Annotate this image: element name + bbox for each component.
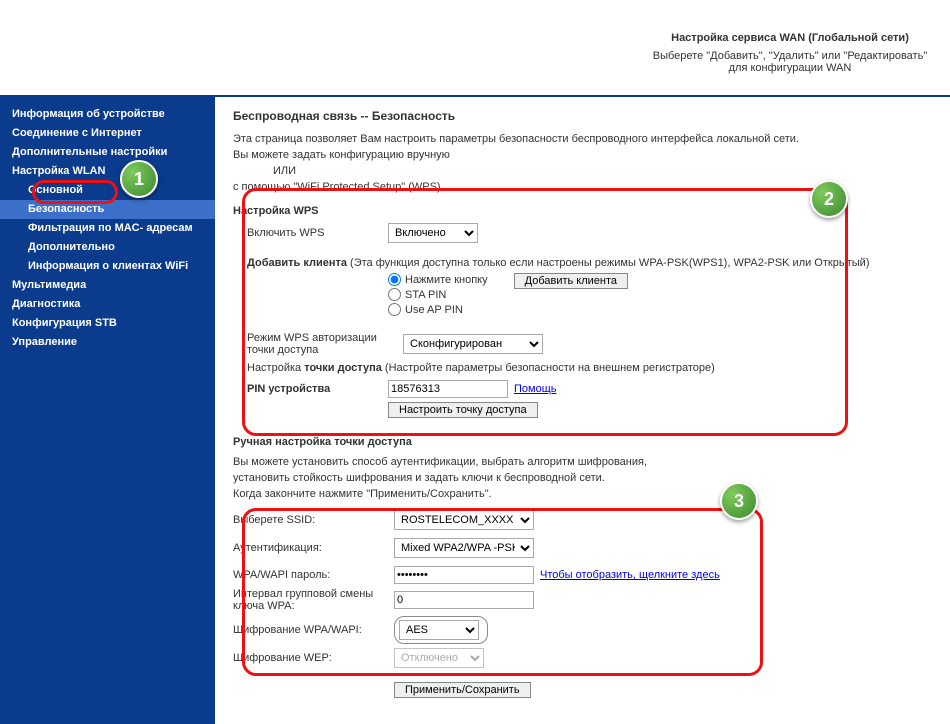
ssid-select[interactable]: ROSTELECOM_XXXX <box>394 510 534 530</box>
header-title: Настройка сервиса WAN (Глобальной сети) <box>650 32 930 44</box>
auth-select[interactable]: Mixed WPA2/WPA -PSK <box>394 538 534 558</box>
wps-enable-select[interactable]: Включено <box>388 223 478 243</box>
callout-3: 3 <box>720 482 758 520</box>
save-button[interactable]: Применить/Сохранить <box>394 682 531 698</box>
wps-mode-label: Режим WPS авторизации точки доступа <box>247 332 397 356</box>
ap-note-bold: Настройка точки доступа <box>247 362 382 374</box>
wps-mode-select[interactable]: Сконфигурирован <box>403 334 543 354</box>
header-subtitle: Выберете "Добавить", "Удалить" или "Реда… <box>650 50 930 74</box>
sidebar-item-security[interactable]: Безопасность <box>0 200 215 219</box>
callout-1: 1 <box>120 160 158 198</box>
manual-heading: Ручная настройка точки доступа <box>233 436 932 448</box>
ap-note-rest: (Настройте параметры безопасности на вне… <box>382 362 715 374</box>
pass-label: WPA/WAPI пароль: <box>233 569 388 581</box>
sidebar-item-multimedia[interactable]: Мультимедиа <box>0 276 215 295</box>
pin-input[interactable] <box>388 380 508 398</box>
sidebar-item-advanced[interactable]: Дополнительные настройки <box>0 143 215 162</box>
sidebar: Информация об устройстве Соединение с Ин… <box>0 97 215 724</box>
radio-sta-pin[interactable]: STA PIN <box>388 288 488 301</box>
manual-section: Выберете SSID: ROSTELECOM_XXXX Аутентифи… <box>233 510 932 698</box>
add-client-button[interactable]: Добавить клиента <box>514 273 628 289</box>
wps-section: Настройка WPS Включить WPS Включено Доба… <box>233 205 932 418</box>
pin-help-link[interactable]: Помощь <box>514 383 557 395</box>
interval-label: Интервал групповой смены ключа WPA: <box>233 588 388 612</box>
enc-wpa-label: Шифрование WPA/WAPI: <box>233 624 388 636</box>
wps-radio-group: Нажмите кнопку STA PIN Use AP PIN <box>388 273 488 316</box>
radio-ap-pin[interactable]: Use AP PIN <box>388 303 488 316</box>
ssid-label: Выберете SSID: <box>233 514 388 526</box>
header-text: Настройка сервиса WAN (Глобальной сети) … <box>650 32 930 74</box>
sidebar-item-mac-filter[interactable]: Фильтрация по MAC- адресам <box>0 219 215 238</box>
ap-note: Настройка точки доступа (Настройте парам… <box>247 362 932 374</box>
show-pass-link[interactable]: Чтобы отобразить, щелкните здесь <box>540 569 720 581</box>
enc-wpa-select[interactable]: AES <box>399 620 479 640</box>
sidebar-item-device-info[interactable]: Информация об устройстве <box>0 105 215 124</box>
interval-input[interactable] <box>394 591 534 609</box>
manual-desc: Вы можете установить способ аутентификац… <box>233 454 932 502</box>
sidebar-item-wlan[interactable]: Настройка WLAN <box>0 162 215 181</box>
page-title: Беспроводная связь -- Безопасность <box>233 109 932 123</box>
configure-ap-button[interactable]: Настроить точку доступа <box>388 402 538 418</box>
enc-wep-label: Шифрование WEP: <box>233 652 388 664</box>
sidebar-item-extra[interactable]: Дополнительно <box>0 238 215 257</box>
sidebar-item-basic[interactable]: Основной <box>0 181 215 200</box>
sidebar-item-management[interactable]: Управление <box>0 333 215 352</box>
desc-or: ИЛИ <box>273 163 932 179</box>
wps-add-client-label: Добавить клиента (Эта функция доступна т… <box>247 257 870 269</box>
radio-push[interactable]: Нажмите кнопку <box>388 273 488 286</box>
sidebar-item-stb[interactable]: Конфигурация STB <box>0 314 215 333</box>
sidebar-item-internet[interactable]: Соединение с Интернет <box>0 124 215 143</box>
pass-input[interactable] <box>394 566 534 584</box>
pin-label: PIN устройства <box>247 383 382 395</box>
wps-enable-label: Включить WPS <box>247 227 382 239</box>
header: Настройка сервиса WAN (Глобальной сети) … <box>0 0 950 97</box>
desc-line1: Эта страница позволяет Вам настроить пар… <box>233 131 932 147</box>
auth-label: Аутентификация: <box>233 542 388 554</box>
desc-line2: Вы можете задать конфигурацию вручную <box>233 147 932 163</box>
sidebar-item-wifi-clients[interactable]: Информация о клиентах WiFi <box>0 257 215 276</box>
sidebar-item-diagnostics[interactable]: Диагностика <box>0 295 215 314</box>
enc-wep-select: Отключено <box>394 648 484 668</box>
callout-2: 2 <box>810 180 848 218</box>
